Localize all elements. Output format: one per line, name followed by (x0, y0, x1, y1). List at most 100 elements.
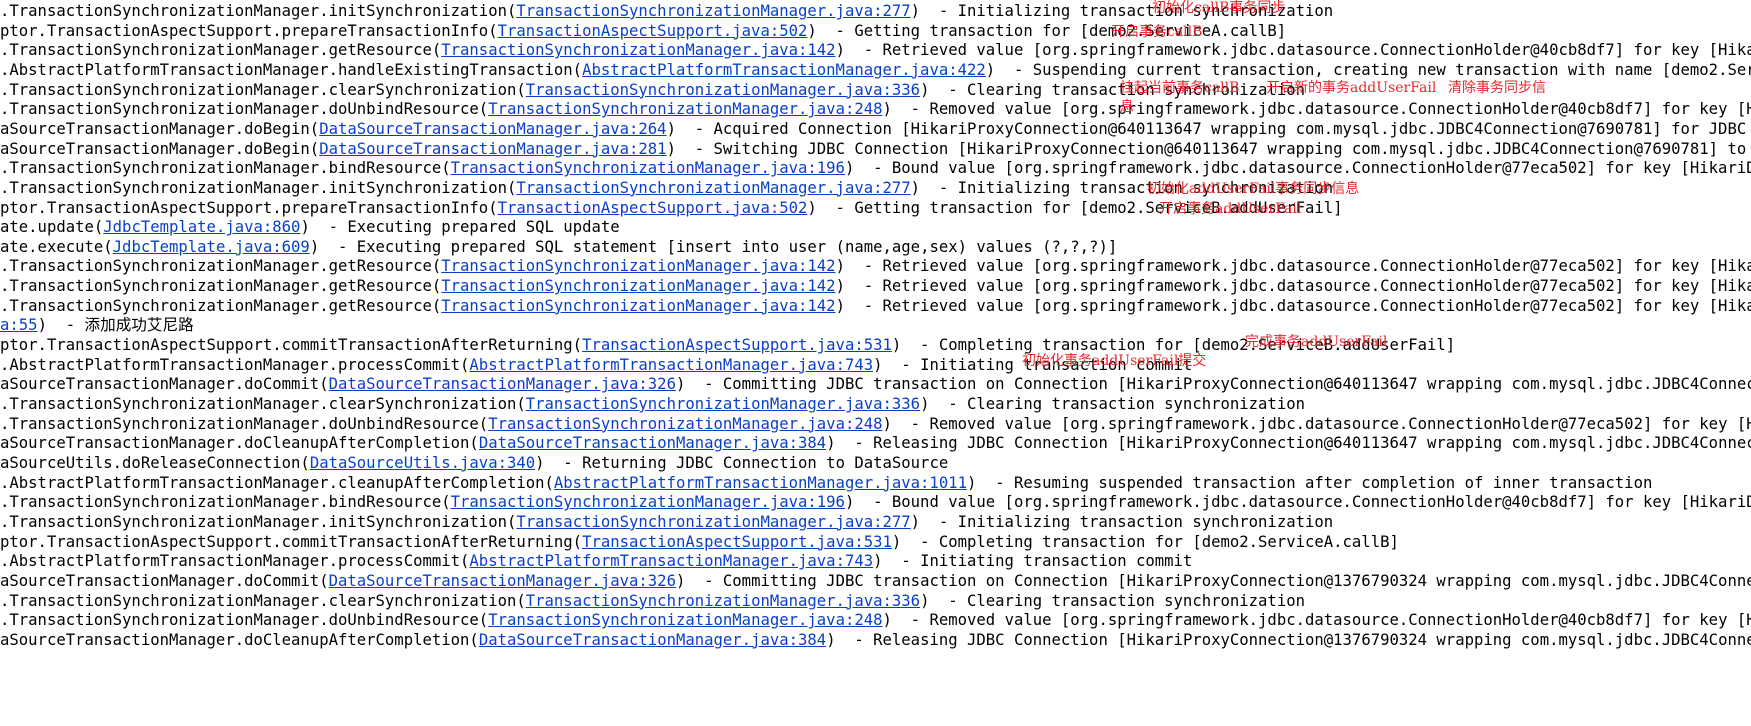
log-message: ) - Completing transaction for [demo2.Se… (891, 532, 1399, 551)
source-file-link[interactable]: TransactionSynchronizationManager.java:1… (441, 257, 835, 275)
source-file-link[interactable]: TransactionSynchronizationManager.java:2… (488, 611, 882, 629)
log-line: .TransactionSynchronizationManager.getRe… (0, 276, 1751, 296)
log-line: .AbstractPlatformTransactionManager.proc… (0, 355, 1192, 375)
source-file-link[interactable]: TransactionSynchronizationManager.java:3… (526, 592, 920, 610)
log-source-method: aSourceUtils.doReleaseConnection( (0, 453, 310, 472)
annotation-init-adduserfail-commit: 初始化事务addUserFail提交 (1022, 353, 1207, 369)
source-file-link[interactable]: TransactionSynchronizationManager.java:1… (451, 159, 845, 177)
source-file-link[interactable]: AbstractPlatformTransactionManager.java:… (469, 356, 873, 374)
log-message: ) - Bound value [org.springframework.jdb… (844, 493, 1751, 512)
log-source-method: .AbstractPlatformTransactionManager.proc… (0, 552, 470, 571)
log-message: ) - Executing prepared SQL update (300, 218, 620, 237)
log-line: aSourceTransactionManager.doBegin(DataSo… (0, 139, 1751, 159)
source-file-link[interactable]: TransactionSynchronizationManager.java:2… (488, 415, 882, 433)
annotation-open-new-adduserfail: 开启新的事务addUserFail (1266, 80, 1437, 96)
source-file-link[interactable]: TransactionSynchronizationManager.java:1… (451, 493, 845, 511)
log-line: .TransactionSynchronizationManager.initS… (0, 512, 1333, 532)
log-source-method: .TransactionSynchronizationManager.initS… (0, 2, 517, 20)
source-file-link[interactable]: JdbcTemplate.java:609 (113, 238, 310, 256)
log-source-method: .TransactionSynchronizationManager.bindR… (0, 493, 451, 512)
log-message: ) - 添加成功艾尼路 (37, 316, 194, 335)
source-file-link[interactable]: DataSourceTransactionManager.java:326 (329, 375, 676, 393)
log-source-method: .TransactionSynchronizationManager.bindR… (0, 159, 451, 178)
source-file-link[interactable]: TransactionSynchronizationManager.java:1… (441, 297, 835, 315)
log-source-method: aSourceTransactionManager.doCommit( (0, 375, 329, 394)
log-source-method: aSourceTransactionManager.doBegin( (0, 119, 320, 138)
source-file-link[interactable]: TransactionSynchronizationManager.java:1… (441, 277, 835, 295)
source-file-link[interactable]: TransactionSynchronizationManager.java:2… (516, 179, 910, 197)
log-line: aSourceTransactionManager.doCleanupAfter… (0, 630, 1751, 650)
source-file-link[interactable]: TransactionSynchronizationManager.java:2… (516, 2, 910, 20)
log-message: ) - Retrieved value [org.springframework… (835, 257, 1751, 276)
log-message: ) - Retrieved value [org.springframework… (835, 277, 1751, 296)
log-line: ate.execute(JdbcTemplate.java:609) - Exe… (0, 237, 1117, 257)
log-message: ) - Removed value [org.springframework.j… (882, 414, 1751, 433)
source-file-link[interactable]: AbstractPlatformTransactionManager.java:… (582, 61, 986, 79)
log-message: ) - Acquired Connection [HikariProxyConn… (666, 119, 1751, 138)
source-file-link[interactable]: AbstractPlatformTransactionManager.java:… (469, 552, 873, 570)
log-line: .TransactionSynchronizationManager.initS… (0, 1, 1333, 21)
source-file-link[interactable]: DataSourceTransactionManager.java:384 (479, 631, 826, 649)
log-line: .TransactionSynchronizationManager.doUnb… (0, 414, 1751, 434)
log-line: .TransactionSynchronizationManager.doUnb… (0, 99, 1751, 119)
log-line: .TransactionSynchronizationManager.clear… (0, 591, 1305, 611)
log-source-method: .AbstractPlatformTransactionManager.clea… (0, 473, 554, 492)
source-file-link[interactable]: DataSourceTransactionManager.java:281 (319, 140, 666, 158)
log-source-method: aSourceTransactionManager.doCommit( (0, 571, 329, 590)
log-source-method: ate.update( (0, 218, 104, 237)
source-file-link[interactable]: TransactionSynchronizationManager.java:3… (526, 395, 920, 413)
annotation-complete-adduserfail: 完成事务addUserFail (1245, 334, 1388, 350)
annotation-open-adduserfail: 开启事务addUserFail (1159, 201, 1302, 217)
log-source-method: aSourceTransactionManager.doCleanupAfter… (0, 630, 479, 649)
log-line: a:55) - 添加成功艾尼路 (0, 315, 194, 335)
log-message: ) - Suspending current transaction, crea… (985, 60, 1751, 79)
source-file-link[interactable]: DataSourceTransactionManager.java:384 (479, 434, 826, 452)
source-file-link[interactable]: TransactionSynchronizationManager.java:3… (526, 81, 920, 99)
log-message: ) - Switching JDBC Connection [HikariPro… (666, 139, 1751, 158)
log-line: .TransactionSynchronizationManager.getRe… (0, 40, 1751, 60)
log-message: ) - Returning JDBC Connection to DataSou… (535, 453, 949, 472)
source-file-link[interactable]: JdbcTemplate.java:860 (103, 218, 300, 236)
source-file-link[interactable]: TransactionAspectSupport.java:502 (498, 199, 808, 217)
log-line: .TransactionSynchronizationManager.bindR… (0, 158, 1751, 178)
log-line: .TransactionSynchronizationManager.initS… (0, 178, 1333, 198)
log-source-method: .TransactionSynchronizationManager.doUnb… (0, 414, 489, 433)
log-line: .TransactionSynchronizationManager.bindR… (0, 492, 1751, 512)
log-message: ) - Initializing transaction synchroniza… (910, 512, 1334, 531)
source-file-link[interactable]: TransactionSynchronizationManager.java:1… (441, 41, 835, 59)
annotation-suspend-callb: 挂起当前事务callB (1120, 80, 1240, 96)
source-file-link[interactable]: DataSourceTransactionManager.java:326 (329, 572, 676, 590)
log-source-method: .TransactionSynchronizationManager.getRe… (0, 296, 442, 315)
source-file-link[interactable]: TransactionAspectSupport.java:531 (582, 336, 892, 354)
log-line: aSourceTransactionManager.doCommit(DataS… (0, 571, 1751, 591)
log-source-method: ate.execute( (0, 237, 113, 256)
log-message: ) - Committing JDBC transaction on Conne… (675, 375, 1751, 394)
source-file-link[interactable]: TransactionAspectSupport.java:531 (582, 533, 892, 551)
log-line: ptor.TransactionAspectSupport.prepareTra… (0, 198, 1343, 218)
log-source-method: ptor.TransactionAspectSupport.commitTran… (0, 336, 583, 355)
log-source-method: .AbstractPlatformTransactionManager.proc… (0, 355, 470, 374)
source-file-link[interactable]: DataSourceTransactionManager.java:264 (319, 120, 666, 138)
log-line: .AbstractPlatformTransactionManager.clea… (0, 473, 1652, 493)
annotation-init-callb-sync: 初始化callB事务同步 (1152, 0, 1286, 16)
log-line: ate.update(JdbcTemplate.java:860) - Exec… (0, 217, 620, 237)
source-file-link[interactable]: TransactionSynchronizationManager.java:2… (488, 100, 882, 118)
log-message: ) - Executing prepared SQL statement [in… (309, 237, 1118, 256)
annotation-clear-sync: 清除事务同步信 (1448, 80, 1546, 96)
log-message: ) - Clearing transaction synchronization (920, 80, 1305, 99)
log-message: ) - Retrieved value [org.springframework… (835, 296, 1751, 315)
log-message: ) - Resuming suspended transaction after… (967, 473, 1653, 492)
source-file-link[interactable]: a:55 (0, 316, 38, 334)
source-file-link[interactable]: AbstractPlatformTransactionManager.java:… (554, 474, 967, 492)
source-file-link[interactable]: TransactionAspectSupport.java:502 (498, 22, 808, 40)
log-line: .AbstractPlatformTransactionManager.proc… (0, 551, 1192, 571)
log-source-method: .TransactionSynchronizationManager.clear… (0, 591, 526, 610)
log-source-method: .TransactionSynchronizationManager.initS… (0, 512, 517, 531)
source-file-link[interactable]: TransactionSynchronizationManager.java:2… (516, 513, 910, 531)
annotation-open-callb: 开启事务callB (1111, 24, 1203, 40)
annotation-init-adduserfail-sync: 初始化addUserFail事务同步信息 (1147, 181, 1360, 197)
source-file-link[interactable]: DataSourceUtils.java:340 (310, 454, 535, 472)
log-message: ) - Clearing transaction synchronization (920, 591, 1305, 610)
log-source-method: .TransactionSynchronizationManager.initS… (0, 178, 517, 197)
log-line: .TransactionSynchronizationManager.getRe… (0, 256, 1751, 276)
